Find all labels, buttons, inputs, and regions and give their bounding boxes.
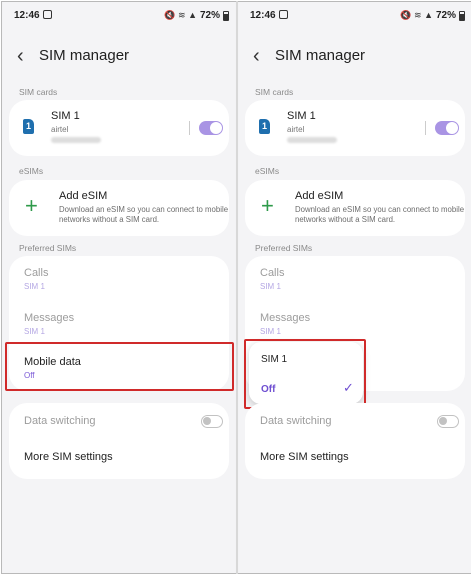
app-header: ‹ SIM manager: [3, 45, 235, 69]
bottom-settings-card: Data switching More SIM settings: [9, 403, 229, 479]
data-switching-label: Data switching: [260, 415, 332, 427]
toggle-separator: [425, 121, 426, 135]
panel-divider: [236, 1, 238, 574]
battery-icon: [459, 10, 465, 21]
mobile-data-highlight: [5, 342, 234, 391]
sim-card-row[interactable]: 1 SIM 1 airtel: [245, 100, 465, 156]
battery-icon: [223, 10, 229, 21]
status-bar: 12:46 🔇 ≋ ▲ 72%: [3, 2, 235, 32]
status-time: 12:46: [250, 10, 276, 21]
messages-title: Messages: [24, 312, 75, 324]
toggle-separator: [189, 121, 190, 135]
add-esim-title: Add eSIM: [295, 190, 344, 202]
messages-value: SIM 1: [24, 327, 45, 336]
sim-enable-toggle[interactable]: [199, 121, 223, 135]
gallery-notification-icon: [279, 10, 288, 19]
section-label-esims: eSIMs: [19, 166, 44, 176]
section-label-preferred: Preferred SIMs: [255, 243, 313, 253]
calls-title: Calls: [260, 267, 285, 279]
back-arrow-icon[interactable]: ‹: [17, 45, 24, 67]
right-phone-screen: 12:46 🔇 ≋ ▲ 72% ‹ SIM manager SIM cards …: [239, 2, 471, 573]
data-switching-toggle[interactable]: [201, 415, 223, 428]
signal-icons: 🔇 ≋ ▲: [164, 10, 197, 20]
add-esim-title: Add eSIM: [59, 190, 108, 202]
more-sim-settings[interactable]: More SIM settings: [24, 451, 113, 463]
section-label-esims: eSIMs: [255, 166, 280, 176]
battery-percent: 72%: [435, 10, 456, 21]
left-phone-screen: 12:46 🔇 ≋ ▲ 72% ‹ SIM manager SIM cards …: [3, 2, 235, 573]
sim-name: SIM 1: [51, 110, 80, 122]
section-label-sim-cards: SIM cards: [255, 87, 294, 97]
sim-card-row[interactable]: 1 SIM 1 airtel: [9, 100, 229, 156]
messages-value: SIM 1: [260, 327, 281, 336]
bottom-settings-card: Data switching More SIM settings: [245, 403, 465, 479]
add-esim-description: Download an eSIM so you can connect to m…: [59, 205, 229, 224]
status-time: 12:46: [14, 10, 40, 21]
calls-title: Calls: [24, 267, 49, 279]
section-label-preferred: Preferred SIMs: [19, 243, 77, 253]
gallery-notification-icon: [43, 10, 52, 19]
popup-highlight: [244, 339, 366, 409]
back-arrow-icon[interactable]: ‹: [253, 45, 260, 67]
sim-card-icon: 1: [259, 119, 270, 134]
add-esim-row[interactable]: + Add eSIM Download an eSIM so you can c…: [245, 180, 465, 236]
calls-value: SIM 1: [260, 282, 281, 291]
more-sim-settings[interactable]: More SIM settings: [260, 451, 349, 463]
add-plus-icon: +: [261, 193, 274, 218]
add-esim-description: Download an eSIM so you can connect to m…: [295, 205, 465, 224]
sim-card-icon: 1: [23, 119, 34, 134]
sim-name: SIM 1: [287, 110, 316, 122]
data-switching-label: Data switching: [24, 415, 96, 427]
sim-carrier: airtel: [51, 125, 69, 134]
sim-number-blurred: [287, 137, 337, 143]
add-plus-icon: +: [25, 193, 38, 218]
sim-carrier: airtel: [287, 125, 305, 134]
section-label-sim-cards: SIM cards: [19, 87, 58, 97]
sim-enable-toggle[interactable]: [435, 121, 459, 135]
sim-number-blurred: [51, 137, 101, 143]
signal-icons: 🔇 ≋ ▲: [400, 10, 433, 20]
messages-title: Messages: [260, 312, 311, 324]
page-title: SIM manager: [39, 47, 130, 64]
app-header: ‹ SIM manager: [239, 45, 471, 69]
page-title: SIM manager: [275, 47, 366, 64]
data-switching-toggle[interactable]: [437, 415, 459, 428]
status-bar: 12:46 🔇 ≋ ▲ 72%: [239, 2, 471, 32]
calls-value: SIM 1: [24, 282, 45, 291]
add-esim-row[interactable]: + Add eSIM Download an eSIM so you can c…: [9, 180, 229, 236]
battery-percent: 72%: [199, 10, 220, 21]
